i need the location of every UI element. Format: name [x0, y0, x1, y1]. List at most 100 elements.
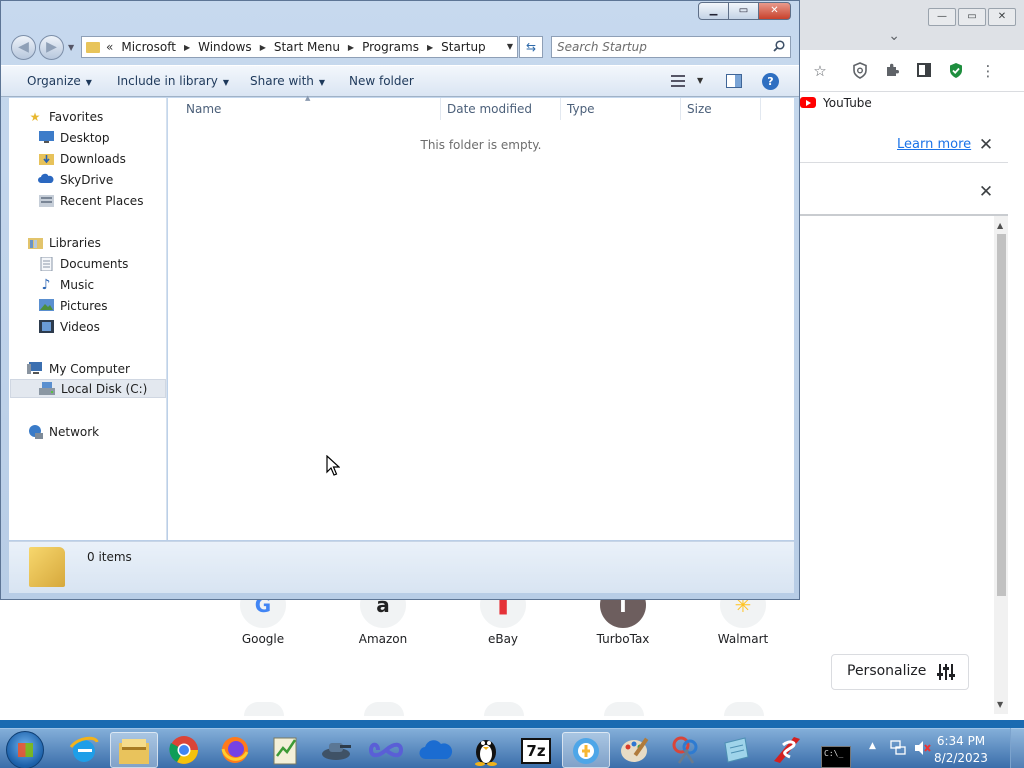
- address-bar[interactable]: « Microsoft ▶ Windows ▶ Start Menu ▶ Pro…: [81, 36, 518, 58]
- infobar-close-icon[interactable]: ✕: [978, 135, 994, 155]
- column-header-type[interactable]: Type: [567, 102, 595, 116]
- chrome-close-button[interactable]: ✕: [988, 8, 1016, 26]
- close-button[interactable]: ✕: [758, 2, 791, 20]
- linux-penguin-icon[interactable]: [462, 732, 510, 768]
- share-with-button[interactable]: Share with ▼: [250, 74, 325, 88]
- minimize-button[interactable]: ▁: [698, 2, 729, 20]
- scroll-up-arrow-icon[interactable]: ▲: [997, 221, 1003, 230]
- command-prompt-icon[interactable]: C:\_: [812, 732, 860, 768]
- back-button[interactable]: ◀: [11, 35, 36, 60]
- breadcrumb-separator-icon[interactable]: ▶: [348, 43, 354, 52]
- nav-favorites[interactable]: ★ Favorites: [27, 107, 104, 126]
- infobar-secondary-close-icon[interactable]: ✕: [978, 182, 994, 202]
- nav-videos[interactable]: Videos: [38, 317, 100, 336]
- search-input[interactable]: [557, 37, 757, 57]
- sidepanel-icon[interactable]: [915, 62, 933, 80]
- infinity-app-icon[interactable]: [362, 732, 410, 768]
- notepad-plus-icon[interactable]: [262, 732, 310, 768]
- nav-documents[interactable]: Documents: [38, 254, 128, 273]
- bookmark-youtube[interactable]: YouTube: [823, 96, 872, 110]
- preview-pane-icon[interactable]: [726, 74, 742, 88]
- file-explorer-icon[interactable]: [110, 732, 158, 768]
- column-header-date-modified[interactable]: Date modified: [447, 102, 532, 116]
- nav-music[interactable]: ♪ Music: [38, 275, 95, 294]
- 7zip-icon[interactable]: 7z: [512, 732, 560, 768]
- star-icon[interactable]: ☆: [811, 62, 829, 80]
- column-header-size[interactable]: Size: [687, 102, 712, 116]
- shield-extension-icon[interactable]: [851, 62, 869, 80]
- column-header-name[interactable]: Name: [186, 102, 221, 116]
- scroll-down-arrow-icon[interactable]: ▼: [997, 700, 1003, 709]
- show-hidden-icons-icon[interactable]: ▲: [869, 741, 876, 751]
- red-s-app-icon[interactable]: [762, 732, 810, 768]
- recent-pages-dropdown-icon[interactable]: ▼: [68, 43, 74, 52]
- clock-date[interactable]: 8/2/2023: [926, 751, 996, 765]
- chrome-icon[interactable]: [160, 732, 208, 768]
- clock-time[interactable]: 6:34 PM: [926, 734, 996, 748]
- onedrive-icon[interactable]: [412, 732, 460, 768]
- breadcrumb-separator-icon[interactable]: ▶: [184, 43, 190, 52]
- breadcrumb-separator-icon[interactable]: ▶: [427, 43, 433, 52]
- nav-libraries[interactable]: Libraries: [27, 233, 101, 252]
- show-desktop-button[interactable]: [1010, 728, 1024, 768]
- forward-button[interactable]: ▶: [39, 35, 64, 60]
- column-divider[interactable]: [560, 98, 561, 120]
- breadcrumb-programs[interactable]: Programs: [362, 40, 419, 54]
- breadcrumb-separator-icon[interactable]: ▶: [260, 43, 266, 52]
- nav-recent-places[interactable]: Recent Places: [38, 191, 143, 210]
- nav-my-computer[interactable]: My Computer: [27, 359, 130, 378]
- breadcrumb-startup[interactable]: Startup: [441, 40, 486, 54]
- breadcrumb-windows[interactable]: Windows: [198, 40, 252, 54]
- new-folder-button[interactable]: New folder: [349, 74, 414, 88]
- start-button[interactable]: [6, 731, 44, 768]
- scissors-tool-icon[interactable]: [662, 732, 710, 768]
- downloads-folder-icon: [38, 152, 54, 166]
- search-box[interactable]: [551, 36, 791, 58]
- column-divider[interactable]: [760, 98, 761, 120]
- breadcrumb-microsoft[interactable]: Microsoft: [121, 40, 176, 54]
- network-tray-icon[interactable]: [890, 740, 906, 759]
- nav-label: Music: [60, 277, 95, 292]
- file-list-pane[interactable]: ▲ Name Date modified Type Size This fold…: [168, 94, 794, 540]
- scroll-thumb[interactable]: [997, 234, 1006, 596]
- organize-button[interactable]: Organize ▼: [27, 74, 92, 88]
- help-icon[interactable]: ?: [762, 73, 779, 90]
- nav-downloads[interactable]: Downloads: [38, 149, 126, 168]
- nav-label: Local Disk (C:): [61, 381, 148, 396]
- notes-app-icon[interactable]: [712, 732, 760, 768]
- firefox-icon[interactable]: [211, 732, 259, 768]
- secure-browser-icon[interactable]: [562, 732, 610, 768]
- change-view-icon[interactable]: [671, 75, 685, 87]
- breadcrumb-overflow-icon[interactable]: «: [106, 40, 113, 54]
- refresh-button[interactable]: ⇆: [519, 36, 543, 58]
- tab-search-icon[interactable]: ⌄: [888, 28, 900, 44]
- nav-pictures[interactable]: Pictures: [38, 296, 108, 315]
- internet-explorer-icon[interactable]: [60, 732, 108, 768]
- nav-desktop[interactable]: Desktop: [38, 128, 110, 147]
- green-shield-icon[interactable]: [947, 62, 965, 80]
- kebab-menu-icon[interactable]: ⋮: [979, 62, 997, 80]
- shortcut-row2-item[interactable]: [724, 702, 764, 716]
- view-options-dropdown-icon[interactable]: ▼: [697, 76, 703, 85]
- column-divider[interactable]: [440, 98, 441, 120]
- breadcrumb-start-menu[interactable]: Start Menu: [274, 40, 340, 54]
- column-divider[interactable]: [680, 98, 681, 120]
- include-in-library-button[interactable]: Include in library ▼: [117, 74, 229, 88]
- shortcut-row2-item[interactable]: [604, 702, 644, 716]
- nav-skydrive[interactable]: SkyDrive: [38, 170, 113, 189]
- maximize-button[interactable]: ▭: [728, 2, 759, 20]
- tank-game-icon[interactable]: [312, 732, 360, 768]
- nav-network[interactable]: Network: [27, 422, 99, 441]
- shortcut-row2-item[interactable]: [484, 702, 524, 716]
- shortcut-row2-item[interactable]: [364, 702, 404, 716]
- chrome-minimize-button[interactable]: —: [928, 8, 956, 26]
- shortcut-row2-item[interactable]: [244, 702, 284, 716]
- puzzle-icon[interactable]: [883, 62, 901, 80]
- learn-more-link[interactable]: Learn more: [897, 137, 971, 152]
- address-dropdown-icon[interactable]: ▼: [507, 42, 513, 51]
- chrome-maximize-button[interactable]: ▭: [958, 8, 986, 26]
- search-icon[interactable]: [773, 40, 785, 55]
- nav-local-disk-c[interactable]: Local Disk (C:): [10, 379, 166, 398]
- personalize-button[interactable]: Personalize: [831, 654, 969, 690]
- paint-icon[interactable]: [612, 732, 660, 768]
